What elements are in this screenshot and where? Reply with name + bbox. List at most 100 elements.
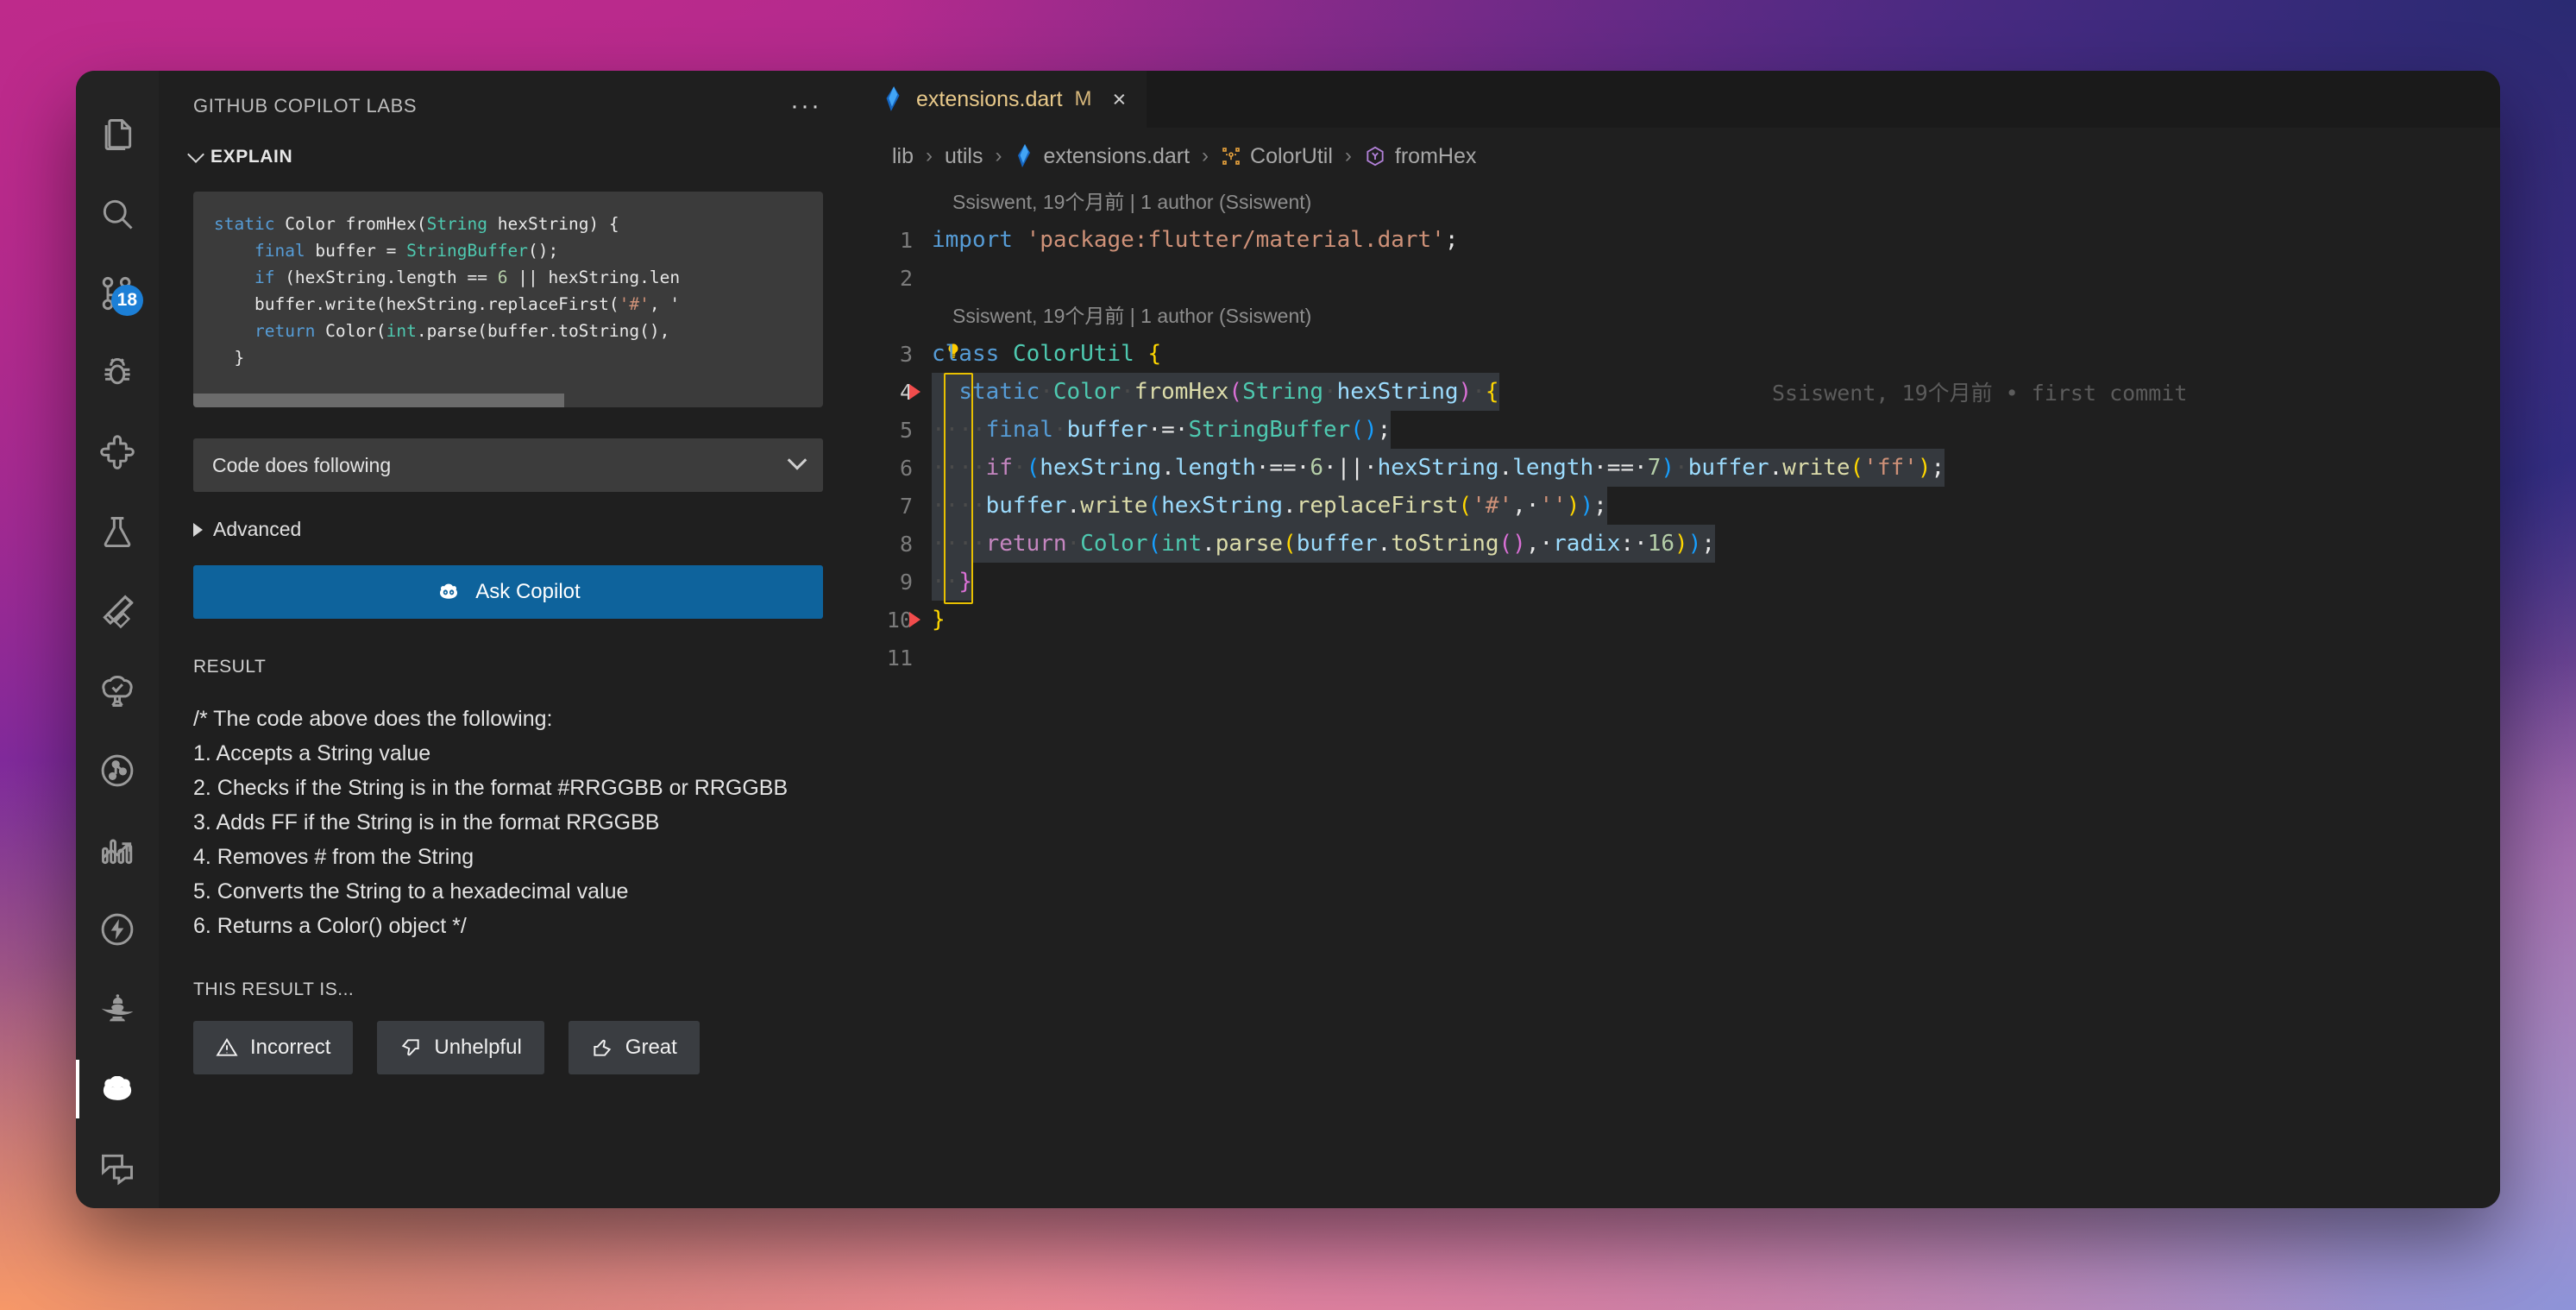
warning-triangle-icon [216, 1037, 238, 1056]
editor-area: extensions.dart M × lib › utils › extens… [858, 71, 2500, 1208]
breadcrumb-item-lib[interactable]: lib [892, 144, 914, 169]
breadcrumb-label: ColorUtil [1250, 143, 1333, 168]
incorrect-button[interactable]: Incorrect [193, 1021, 354, 1074]
thumbs-down-icon [402, 1039, 420, 1056]
vscode-window: 18 GITHUB COPILOT LABS ··· EXPLAIN stati… [76, 71, 2500, 1208]
activity-bar: 18 [76, 71, 159, 1208]
ask-copilot-label: Ask Copilot [475, 580, 581, 603]
debug-icon [104, 358, 130, 385]
sidebar-item-explorer[interactable] [76, 95, 159, 174]
sidebar-item-search[interactable] [76, 174, 159, 254]
files-icon [104, 119, 132, 151]
lightning-circle-icon [101, 914, 134, 946]
breadcrumb-item-colorutil[interactable]: ColorUtil [1221, 144, 1333, 169]
code-line[interactable]: 4 static·Color·fromHex(String·hexString)… [858, 373, 2500, 411]
snippet-line: if (hexString.length == 6 || hexString.l… [254, 268, 681, 287]
result-line: 5. Converts the String to a hexadecimal … [193, 879, 629, 904]
explain-code-snippet[interactable]: static Color fromHex(String hexString) {… [193, 192, 823, 407]
tree-check-icon [102, 676, 133, 708]
sidebar-item-run-and-debug[interactable] [76, 333, 159, 413]
close-icon[interactable]: × [1113, 86, 1127, 113]
snippet-line: } [214, 348, 245, 368]
code-line[interactable]: 8 ····return·Color(int.parse(buffer.toStr… [858, 525, 2500, 563]
code-line[interactable]: 10} [858, 601, 2500, 639]
sidebar-item-source-control[interactable]: 18 [76, 254, 159, 333]
code-line[interactable]: 5 ····final·buffer·=·StringBuffer(); [858, 411, 2500, 449]
breadcrumb-label: extensions.dart [1043, 143, 1191, 168]
sidebar-item-flutter[interactable] [76, 572, 159, 652]
code-line[interactable]: 6 ····if·(hexString.length·==·6·||·hexStr… [858, 449, 2500, 487]
advanced-toggle[interactable]: Advanced [159, 492, 858, 541]
breadcrumb-label: utils [945, 143, 983, 168]
snippet-hscroll-track[interactable] [193, 394, 823, 407]
result-line: 2. Checks if the String is in the format… [193, 776, 789, 800]
sidebar-item-metrics[interactable] [76, 810, 159, 890]
source-control-badge: 18 [110, 285, 143, 317]
blame-annotation: Ssiswent, 19个月前 | 1 author (Ssiswent) [952, 191, 1312, 213]
snippet-hscroll-thumb[interactable] [193, 394, 564, 407]
snippet-line: buffer.write(hexString.replaceFirst('#',… [254, 294, 681, 314]
code-line[interactable]: 1 import 'package:flutter/material.dart'; [858, 221, 2500, 259]
line-number: 6 [899, 455, 913, 481]
great-label: Great [625, 1036, 677, 1059]
ask-copilot-button[interactable]: Ask Copilot [193, 565, 823, 619]
advanced-label: Advanced [213, 518, 302, 540]
breadcrumb-separator: › [995, 144, 1002, 167]
code-text: ····if·(hexString.length·==·6·||·hexStri… [932, 449, 1945, 487]
code-line[interactable]: 2 [858, 259, 2500, 297]
sidebar-item-performance[interactable] [76, 890, 159, 969]
sidebar-item-testing[interactable] [76, 493, 159, 572]
editor-tab-bar: extensions.dart M × [858, 71, 2500, 128]
panel-more-actions-button[interactable]: ··· [790, 93, 821, 119]
breadcrumb-item-utils[interactable]: utils [945, 144, 983, 169]
snippet-line: final buffer = StringBuffer(); [254, 241, 559, 261]
blame-annotation: Ssiswent, 19个月前 | 1 author (Ssiswent) [952, 305, 1312, 327]
feedback-label: THIS RESULT IS... [193, 979, 355, 999]
result-label: RESULT [193, 657, 267, 677]
code-line[interactable]: 11 [858, 639, 2500, 677]
code-line[interactable]: 9 ··} [858, 563, 2500, 601]
chevron-down-icon [787, 450, 807, 470]
explain-mode-select[interactable]: Code does following [193, 438, 823, 492]
chevron-right-icon [193, 522, 203, 537]
line-number: 2 [899, 265, 913, 291]
breadcrumb: lib › utils › extensions.dart › ColorUti… [858, 128, 2500, 169]
sidebar-item-copilot-labs[interactable] [76, 1049, 159, 1129]
tab-modified-marker: M [1074, 87, 1092, 110]
code-editor[interactable]: Ssiswent, 19个月前 | 1 author (Ssiswent) 1 im… [858, 169, 2500, 1208]
line-number: 4 [899, 379, 913, 405]
unhelpful-button[interactable]: Unhelpful [377, 1021, 544, 1074]
great-button[interactable]: Great [568, 1021, 700, 1074]
line-number: 10 [886, 607, 913, 633]
sidebar-item-genie[interactable] [76, 970, 159, 1049]
breadcrumb-item-extensions-dart[interactable]: extensions.dart [1014, 143, 1190, 169]
tab-extensions-dart[interactable]: extensions.dart M × [858, 71, 1147, 128]
panel-title: GITHUB COPILOT LABS [193, 95, 418, 117]
graph-circle-icon [101, 754, 134, 787]
code-text: ····final·buffer·=·StringBuffer(); [932, 411, 1392, 449]
extensions-icon [100, 434, 135, 469]
sidebar-item-test-explorer[interactable] [76, 652, 159, 731]
line-number: 1 [899, 227, 913, 253]
snippet-text: static Color fromHex(String hexString) {… [214, 211, 823, 371]
class-symbol-icon [1222, 148, 1240, 165]
explain-section-header[interactable]: EXPLAIN [159, 117, 858, 167]
sidebar-item-comments[interactable] [76, 1129, 159, 1208]
search-icon [103, 200, 133, 230]
code-text: ··} [932, 563, 972, 601]
copilot-labs-panel: GITHUB COPILOT LABS ··· EXPLAIN static C… [159, 71, 858, 1208]
line-number: 5 [899, 417, 913, 443]
breadcrumb-separator: › [926, 144, 933, 167]
chevron-down-icon [187, 146, 204, 163]
explain-section-label: EXPLAIN [210, 147, 293, 167]
breadcrumb-label: lib [892, 143, 914, 168]
line-number: 9 [899, 569, 913, 595]
unhelpful-label: Unhelpful [434, 1036, 522, 1059]
sidebar-item-extensions[interactable] [76, 413, 159, 493]
code-line[interactable]: 3 class ColorUtil { [858, 335, 2500, 373]
code-line[interactable]: 7 ····buffer.write(hexString.replaceFirst… [858, 487, 2500, 525]
copilot-icon [440, 583, 458, 599]
sidebar-item-dependency-graph[interactable] [76, 731, 159, 810]
breadcrumb-item-fromhex[interactable]: fromHex [1364, 144, 1476, 169]
copilot-highlight-block: 3 class ColorUtil {4 static·Color·fromHex… [858, 335, 2500, 604]
